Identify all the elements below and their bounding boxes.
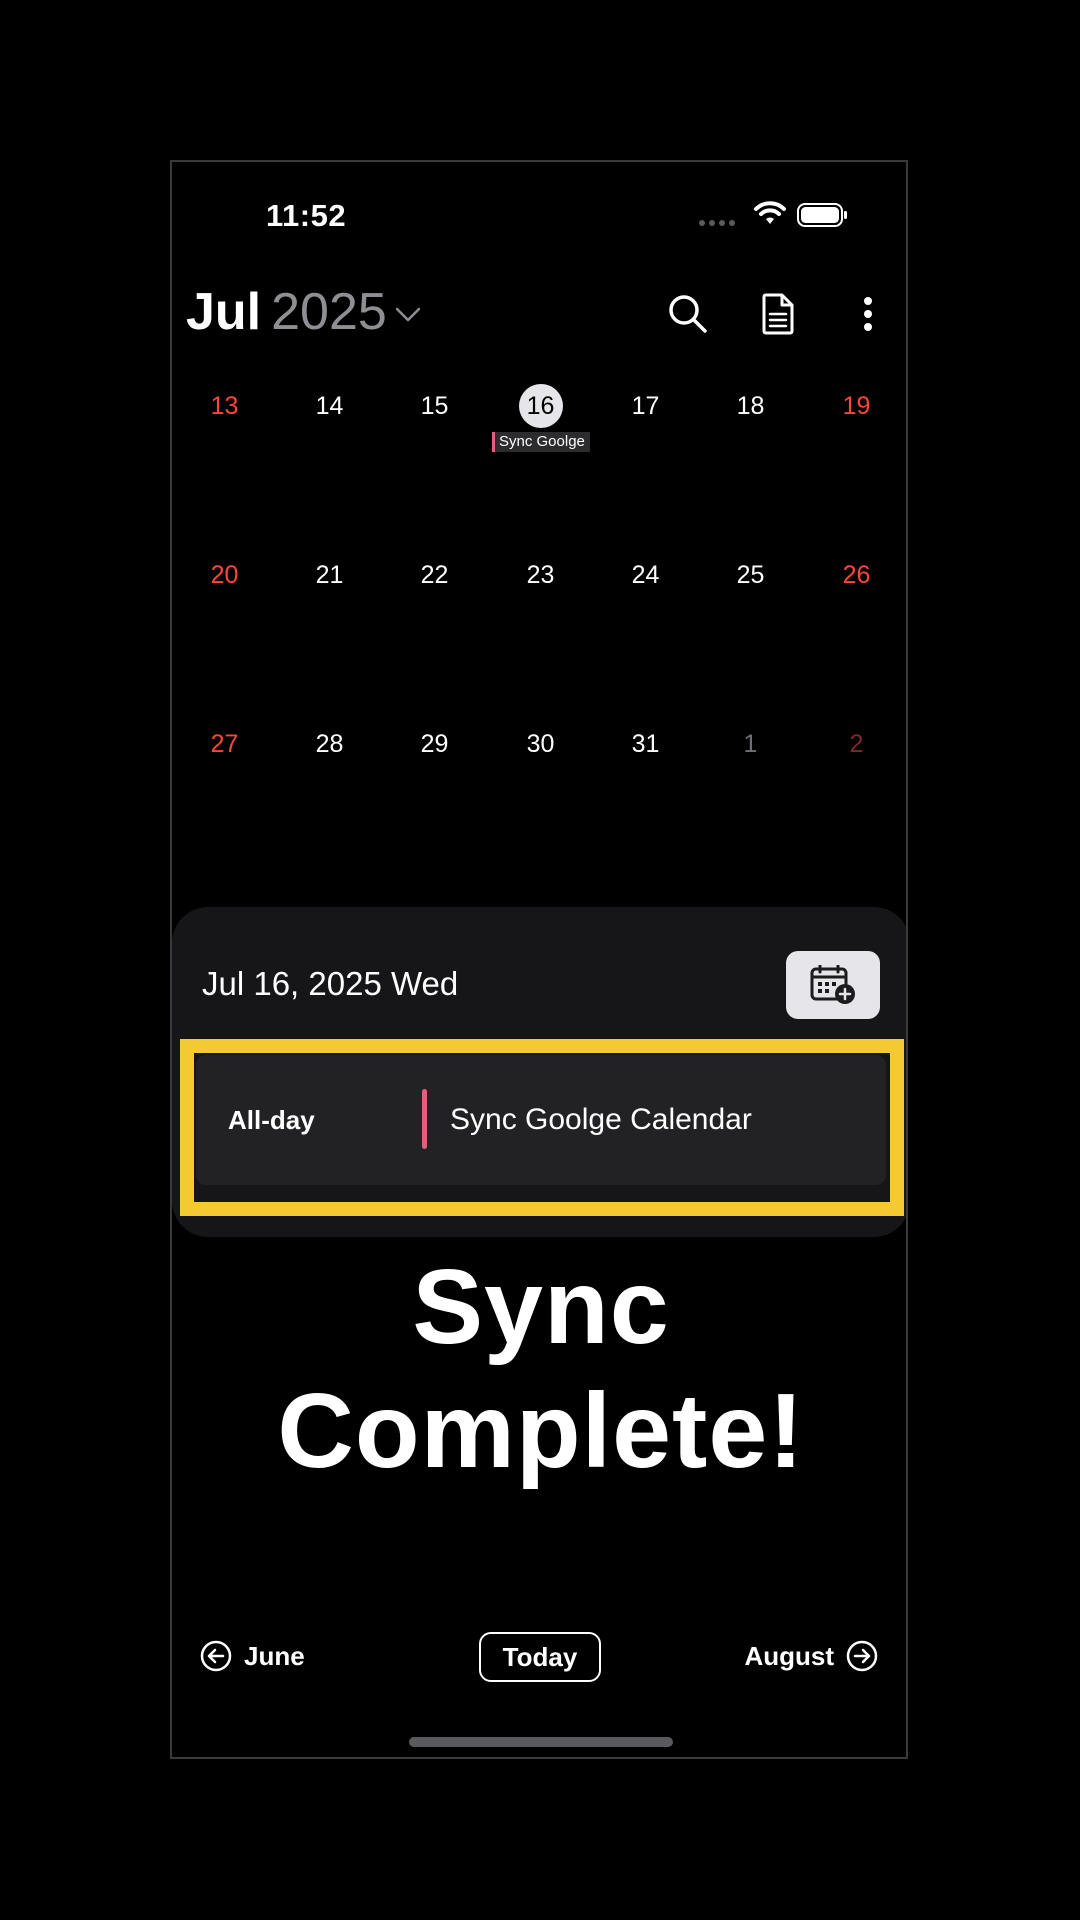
sync-complete-overlay: Sync Complete!	[172, 1245, 906, 1493]
day-number: 24	[631, 561, 660, 589]
day-number: 26	[842, 561, 871, 589]
notes-button[interactable]	[751, 287, 805, 341]
add-event-button[interactable]	[786, 951, 880, 1019]
more-button[interactable]	[841, 287, 895, 341]
status-time: 11:52	[266, 198, 347, 233]
day-cell[interactable]: 2	[804, 722, 906, 872]
day-number: 20	[210, 561, 239, 589]
event-color-bar	[422, 1089, 427, 1149]
day-cell[interactable]: 22	[382, 553, 487, 703]
day-number: 19	[842, 392, 871, 420]
day-number: 29	[420, 730, 449, 758]
day-number: 14	[315, 392, 344, 420]
day-number: 30	[526, 730, 555, 758]
day-cell[interactable]: 21	[277, 553, 382, 703]
allday-label: All-day	[228, 1105, 315, 1135]
day-cell[interactable]: 24	[593, 553, 698, 703]
today-button[interactable]: Today	[479, 1632, 601, 1682]
day-number: 25	[736, 561, 765, 589]
allday-event-row[interactable]: All-day Sync Goolge Calendar	[196, 1055, 886, 1185]
week-row: 27 28 29 30 31 1 2	[172, 722, 906, 891]
day-number: 22	[420, 561, 449, 589]
day-cell[interactable]: 29	[382, 722, 487, 872]
search-icon	[669, 295, 707, 333]
more-vertical-icon	[864, 297, 872, 331]
day-event-chip[interactable]: Sync Goolge	[492, 432, 590, 452]
signal-dots-icon	[699, 220, 735, 226]
month-year-picker[interactable]: Jul 2025	[186, 282, 421, 342]
home-indicator[interactable]	[409, 1737, 673, 1747]
day-cell[interactable]: 30	[488, 722, 593, 872]
week-row: 13 14 15 16 Sync Goolge 17 18 19	[172, 384, 906, 553]
arrow-left-circle-icon	[200, 1640, 232, 1672]
day-cell-selected[interactable]: 16 Sync Goolge	[488, 384, 593, 534]
day-number: 27	[210, 730, 239, 758]
next-month-label: August	[744, 1640, 834, 1671]
week-row: 20 21 22 23 24 25 26	[172, 553, 906, 722]
day-number: 13	[210, 392, 239, 420]
day-cell[interactable]: 15	[382, 384, 487, 534]
phone-frame: 11:52 Jul 2025 13 14 15 16 Sync Goolge 1…	[170, 160, 908, 1759]
day-number: 15	[420, 392, 449, 420]
overlay-line-2: Complete!	[277, 1372, 805, 1490]
day-cell[interactable]: 25	[698, 553, 803, 703]
day-cell[interactable]: 26	[804, 553, 906, 703]
wifi-icon	[754, 201, 786, 224]
year-label: 2025	[271, 283, 387, 341]
today-day-number: 16	[518, 384, 563, 428]
day-cell[interactable]: 17	[593, 384, 698, 534]
next-month-button[interactable]: August	[744, 1640, 878, 1672]
document-icon	[762, 293, 794, 335]
overlay-line-1: Sync	[412, 1248, 670, 1366]
month-label: Jul	[186, 283, 262, 341]
day-cell[interactable]: 1	[698, 722, 803, 872]
calendar-add-icon	[810, 965, 855, 1004]
day-number: 17	[631, 392, 660, 420]
day-number: 18	[736, 392, 765, 420]
day-number: 23	[526, 561, 555, 589]
day-cell[interactable]: 13	[172, 384, 277, 534]
selected-date-label: Jul 16, 2025 Wed	[202, 965, 459, 1002]
day-cell[interactable]: 19	[804, 384, 906, 534]
day-number: 21	[315, 561, 344, 589]
event-title: Sync Goolge Calendar	[450, 1103, 752, 1136]
battery-icon	[797, 203, 847, 227]
day-number: 31	[631, 730, 660, 758]
day-number: 28	[315, 730, 344, 758]
calendar-grid: 13 14 15 16 Sync Goolge 17 18 19 20 21 2…	[172, 384, 906, 891]
arrow-right-circle-icon	[846, 1640, 878, 1672]
day-cell[interactable]: 14	[277, 384, 382, 534]
day-cell[interactable]: 27	[172, 722, 277, 872]
day-cell[interactable]: 31	[593, 722, 698, 872]
screen: 11:52 Jul 2025 13 14 15 16 Sync Goolge 1…	[0, 0, 1080, 1920]
day-cell[interactable]: 20	[172, 553, 277, 703]
day-cell[interactable]: 18	[698, 384, 803, 534]
previous-month-button[interactable]: June	[200, 1640, 305, 1672]
day-cell[interactable]: 28	[277, 722, 382, 872]
day-number: 1	[743, 730, 758, 758]
previous-month-label: June	[244, 1640, 305, 1671]
day-number: 2	[849, 730, 864, 758]
day-cell[interactable]: 23	[488, 553, 593, 703]
search-button[interactable]	[661, 287, 715, 341]
chevron-down-icon	[395, 307, 421, 322]
